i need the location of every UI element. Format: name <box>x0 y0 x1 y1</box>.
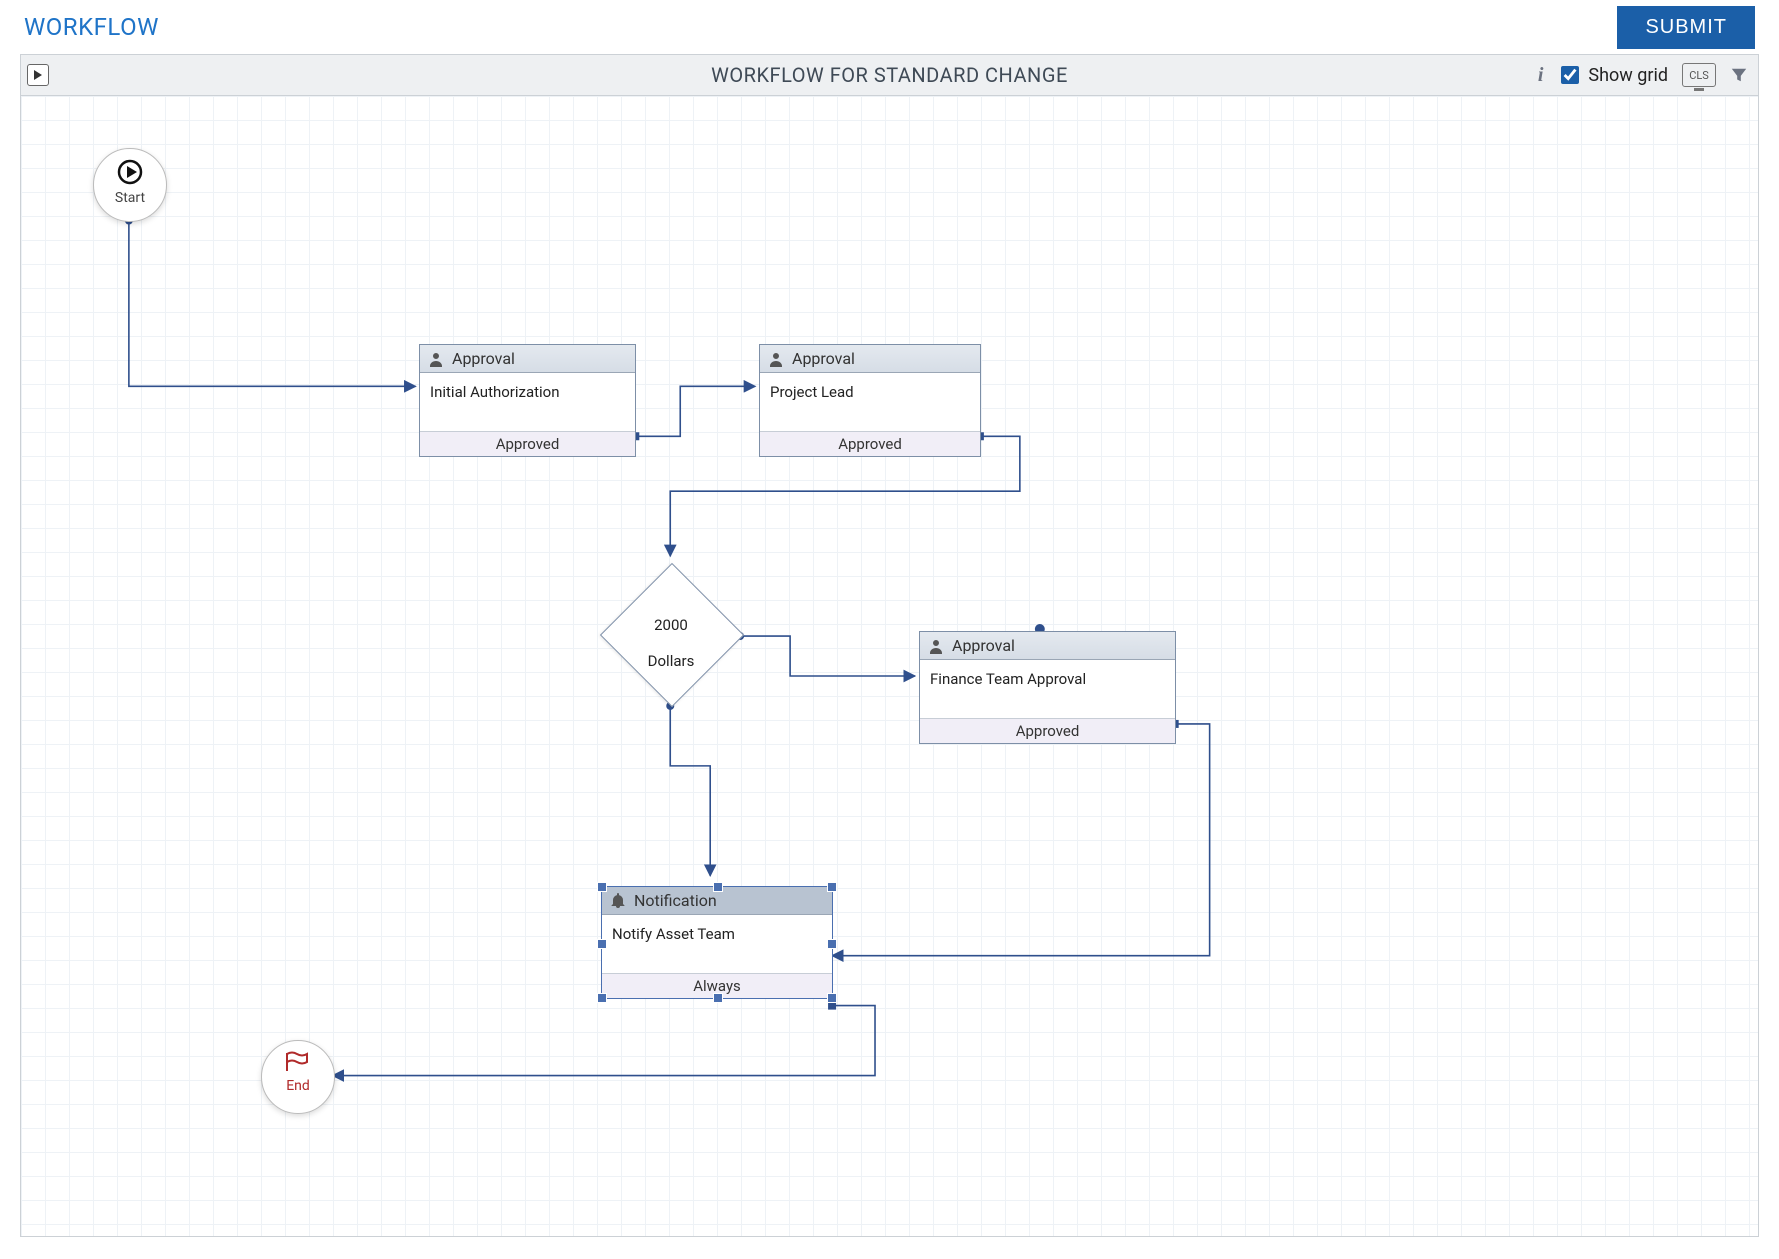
show-grid-label: Show grid <box>1588 65 1668 86</box>
decision-line2: Dollars <box>648 652 695 670</box>
end-label: End <box>262 1078 334 1094</box>
node-type-label: Approval <box>792 349 855 368</box>
node-body: Project Lead <box>760 373 980 431</box>
toolbar: WORKFLOW FOR STANDARD CHANGE i Show grid… <box>20 54 1759 96</box>
resize-handle[interactable] <box>597 882 607 892</box>
info-icon[interactable]: i <box>1538 64 1544 87</box>
show-grid-checkbox[interactable] <box>1561 66 1579 84</box>
node-outcome: Approved <box>760 431 980 456</box>
end-node[interactable]: End <box>261 1040 335 1114</box>
start-label: Start <box>94 190 166 206</box>
node-type-label: Approval <box>452 349 515 368</box>
resize-handle[interactable] <box>713 882 723 892</box>
canvas-title: WORKFLOW FOR STANDARD CHANGE <box>711 63 1068 87</box>
resize-handle[interactable] <box>827 993 837 1003</box>
flag-icon <box>262 1051 334 1077</box>
decision-line1: 2000 <box>654 616 688 634</box>
play-icon <box>33 70 43 80</box>
approval-node-finance-team[interactable]: Approval Finance Team Approval Approved <box>919 631 1176 744</box>
clear-screen-button[interactable]: CLS <box>1682 63 1716 87</box>
play-icon <box>94 159 166 189</box>
resize-handle[interactable] <box>597 939 607 949</box>
show-grid-toggle[interactable]: Show grid <box>1557 63 1668 87</box>
notification-node-notify-asset-team[interactable]: Notification Notify Asset Team Always <box>601 886 833 999</box>
resize-handle[interactable] <box>597 993 607 1003</box>
decision-node-2000-dollars[interactable]: 2000 Dollars <box>601 564 741 704</box>
start-node[interactable]: Start <box>93 148 167 222</box>
workflow-canvas[interactable]: Start Approval Initial Authorization App… <box>20 96 1759 1237</box>
approval-node-initial-authorization[interactable]: Approval Initial Authorization Approved <box>419 344 636 457</box>
filter-icon[interactable] <box>1730 66 1748 84</box>
user-icon <box>428 351 444 367</box>
toolbar-play-button[interactable] <box>27 64 49 86</box>
page-title: WORKFLOW <box>24 13 159 41</box>
resize-handle[interactable] <box>713 993 723 1003</box>
node-body: Notify Asset Team <box>602 915 832 973</box>
user-icon <box>768 351 784 367</box>
resize-handle[interactable] <box>827 882 837 892</box>
node-body: Finance Team Approval <box>920 660 1175 718</box>
resize-handle[interactable] <box>827 939 837 949</box>
bell-icon <box>610 893 626 909</box>
submit-button[interactable]: SUBMIT <box>1617 6 1755 49</box>
node-body: Initial Authorization <box>420 373 635 431</box>
node-type-label: Notification <box>634 891 717 910</box>
node-outcome: Approved <box>420 431 635 456</box>
node-type-label: Approval <box>952 636 1015 655</box>
approval-node-project-lead[interactable]: Approval Project Lead Approved <box>759 344 981 457</box>
node-outcome: Approved <box>920 718 1175 743</box>
user-icon <box>928 638 944 654</box>
